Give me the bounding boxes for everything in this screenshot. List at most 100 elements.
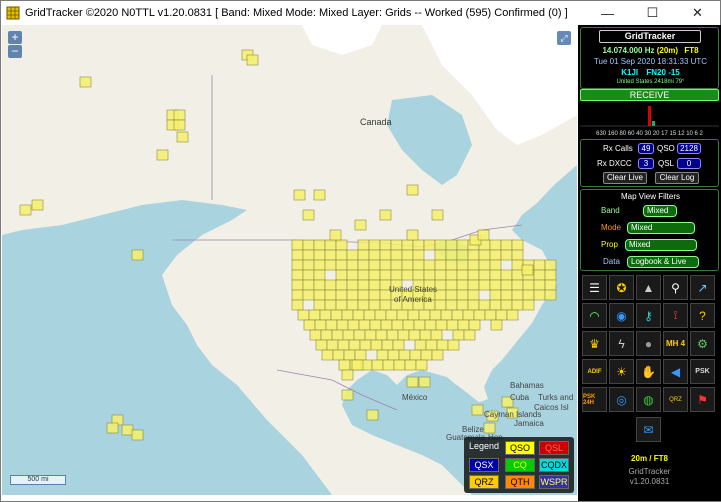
help-icon[interactable]: ?: [690, 303, 715, 328]
grid-square: [390, 249, 403, 261]
qso-value: 2128: [677, 143, 701, 154]
map-label-jamaica: Jamaica: [514, 419, 544, 428]
grid-square: [313, 239, 326, 251]
clear-live-button[interactable]: Clear Live: [603, 172, 647, 184]
lightning-icon[interactable]: ϟ: [609, 331, 634, 356]
grid-square: [391, 319, 404, 331]
rx-dxcc-value: 3: [638, 158, 654, 169]
map-label-cuba: Cuba: [510, 393, 530, 402]
grid-square: [522, 299, 535, 311]
data-filter-select[interactable]: Logbook & Live: [627, 256, 699, 268]
map-label-mexico: México: [402, 393, 428, 402]
grid-square: [357, 249, 370, 261]
grid-square: [445, 249, 458, 261]
grid-square: [31, 199, 44, 211]
chart-icon[interactable]: ↗: [690, 275, 715, 300]
grid-square: [357, 239, 370, 251]
grid-square: [489, 259, 502, 271]
grid-square: [357, 299, 370, 311]
qrz-icon[interactable]: QRZ: [663, 387, 688, 412]
rx-dxcc-label: Rx DXCC: [597, 159, 632, 168]
flag-icon[interactable]: ⚑: [690, 387, 715, 412]
adif-icon[interactable]: ADIF: [582, 359, 607, 384]
grid-square: [357, 289, 370, 301]
grid-square: [313, 259, 326, 271]
key-icon[interactable]: ⚷: [636, 303, 661, 328]
minimize-button[interactable]: —: [585, 1, 630, 25]
maidenhead-icon[interactable]: MH 4: [663, 331, 688, 356]
grid-square: [495, 309, 508, 321]
grid-square: [489, 269, 502, 281]
grid-square: [302, 259, 315, 271]
grid-value: FN20: [646, 68, 666, 77]
radar-icon[interactable]: ◍: [636, 387, 661, 412]
wifi-icon[interactable]: ◠: [582, 303, 607, 328]
grid-square: [291, 269, 304, 281]
callsign-value: K1JI: [621, 68, 639, 77]
psk-spots-icon[interactable]: PSK: [690, 359, 715, 384]
grid-square: [434, 299, 447, 311]
sun-icon[interactable]: ☀: [609, 359, 634, 384]
grid-square: [368, 299, 381, 311]
map-layers-icon[interactable]: ▲: [636, 275, 661, 300]
grid-square: [456, 249, 469, 261]
legend-cq: CQ: [505, 458, 535, 472]
grid-square: [471, 404, 484, 416]
fullscreen-icon[interactable]: ⤢: [557, 31, 571, 45]
grid-square: [445, 269, 458, 281]
grid-square: [473, 309, 486, 321]
grid-square: [434, 239, 447, 251]
grid-square: [376, 349, 389, 361]
legend-qsl: QSL: [539, 441, 569, 455]
grid-square: [463, 329, 476, 341]
speaker-icon[interactable]: ◀: [663, 359, 688, 384]
hand-icon[interactable]: ✋: [636, 359, 661, 384]
zoom-out-button[interactable]: −: [8, 45, 22, 58]
grid-square: [321, 349, 334, 361]
grid-square: [436, 339, 449, 351]
globe-icon[interactable]: ◉: [609, 303, 634, 328]
grid-square: [456, 289, 469, 301]
grid-square: [325, 319, 338, 331]
grid-square: [468, 319, 481, 331]
grid-square: [346, 259, 359, 271]
band-filter-select[interactable]: Mixed: [643, 205, 677, 217]
grid-square: [533, 289, 546, 301]
grid-square: [409, 349, 422, 361]
grid-square: [434, 269, 447, 281]
mode-filter-select[interactable]: Mixed: [627, 222, 695, 234]
globe-time-icon[interactable]: ◎: [609, 387, 634, 412]
grid-square: [406, 376, 419, 388]
checklist-icon[interactable]: ☰: [582, 275, 607, 300]
grid-square: [407, 309, 420, 321]
antenna-icon[interactable]: ⟟: [663, 303, 688, 328]
grid-square: [467, 289, 480, 301]
grid-square: [420, 349, 433, 361]
mode-filter-label: Mode: [601, 223, 622, 232]
prop-filter-select[interactable]: Mixed: [625, 239, 697, 251]
grid-square: [423, 239, 436, 251]
medal-icon[interactable]: ✪: [609, 275, 634, 300]
grid-square: [478, 299, 491, 311]
grid-square: [511, 269, 524, 281]
close-button[interactable]: ✕: [675, 1, 720, 25]
zoom-in-button[interactable]: +: [8, 31, 22, 44]
grid-square: [324, 289, 337, 301]
psk-24-icon[interactable]: PSK 24H: [582, 387, 607, 412]
grid-square: [335, 289, 348, 301]
grid-square: [445, 289, 458, 301]
moon-icon[interactable]: ●: [636, 331, 661, 356]
trophy-icon[interactable]: ♛: [582, 331, 607, 356]
map-view[interactable]: + − ⤢ Canada United States of America Mé…: [2, 25, 577, 495]
map-label-turks: Turks and: [538, 393, 574, 402]
clear-log-button[interactable]: Clear Log: [655, 172, 699, 184]
settings-icon[interactable]: ⚙: [690, 331, 715, 356]
maximize-button[interactable]: ☐: [630, 1, 675, 25]
chat-icon[interactable]: ✉: [636, 417, 661, 442]
grid-square: [500, 289, 513, 301]
grid-square: [418, 309, 431, 321]
legend-qrz: QRZ: [469, 475, 499, 489]
grid-square: [401, 269, 414, 281]
search-icon[interactable]: ⚲: [663, 275, 688, 300]
app-window: GridTracker ©2020 N0TTL v1.20.0831 [ Ban…: [0, 0, 721, 502]
